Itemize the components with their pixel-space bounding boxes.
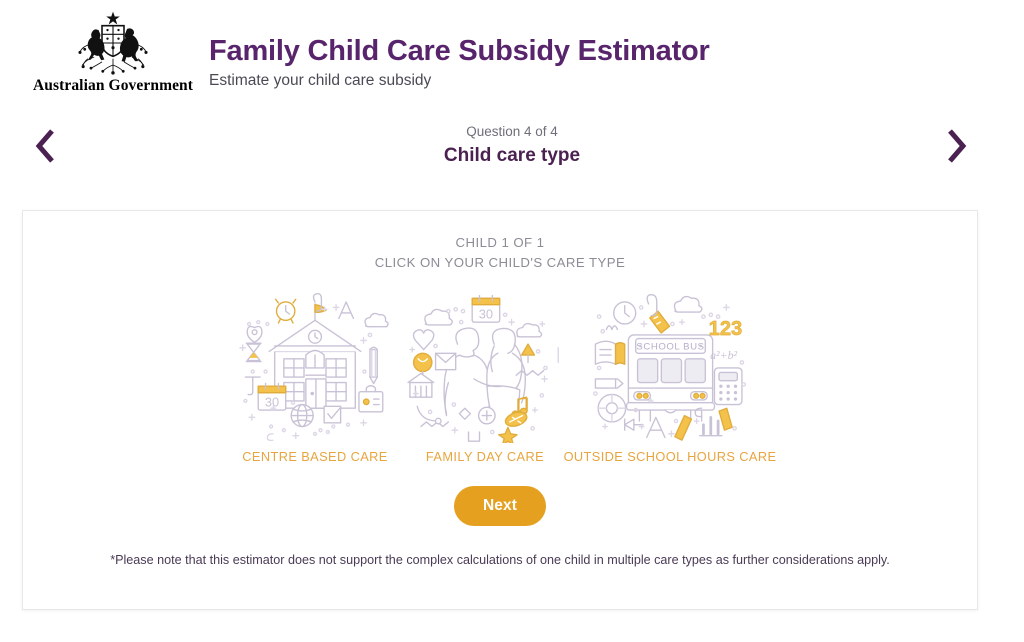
government-branding: Australian Government	[22, 8, 204, 95]
chevron-left-icon	[35, 129, 55, 163]
chevron-right-icon	[947, 129, 967, 163]
care-option-outside-school-hours[interactable]: SCHOOL BUS	[570, 291, 770, 464]
care-type-card: CHILD 1 OF 1 CLICK ON YOUR CHILD'S CARE …	[22, 210, 978, 610]
care-option-family-day[interactable]: 30	[400, 291, 570, 464]
question-heading: Question 4 of 4 Child care type	[444, 124, 580, 168]
card-header: CHILD 1 OF 1 CLICK ON YOUR CHILD'S CARE …	[23, 211, 977, 273]
next-button-wrapper: Next	[23, 486, 977, 526]
family-couple-doodle-illustration: 30	[402, 291, 568, 443]
previous-question-button[interactable]	[22, 123, 68, 169]
australian-coat-of-arms-icon	[65, 10, 161, 76]
svg-text:SCHOOL BUS: SCHOOL BUS	[636, 342, 704, 353]
school-bus-doodle-illustration: SCHOOL BUS	[583, 291, 758, 443]
child-counter: CHILD 1 OF 1	[23, 233, 977, 253]
care-option-label: CENTRE BASED CARE	[242, 449, 387, 464]
svg-text:a²+b²: a²+b²	[710, 348, 737, 362]
svg-text:30: 30	[479, 307, 493, 322]
page-title: Family Child Care Subsidy Estimator	[209, 35, 710, 67]
app-title-block: Family Child Care Subsidy Estimator Esti…	[204, 8, 710, 91]
page-root: Australian Government Family Child Care …	[0, 0, 1024, 642]
card-instruction: CLICK ON YOUR CHILD'S CARE TYPE	[23, 253, 977, 273]
government-wordmark: Australian Government	[33, 77, 193, 95]
page-subtitle: Estimate your child care subsidy	[209, 72, 710, 91]
svg-text:30: 30	[265, 394, 279, 409]
next-button[interactable]: Next	[454, 486, 546, 526]
care-option-label: OUTSIDE SCHOOL HOURS CARE	[564, 449, 777, 464]
next-question-button[interactable]	[934, 123, 980, 169]
care-option-label: FAMILY DAY CARE	[426, 449, 544, 464]
svg-text:123: 123	[708, 318, 742, 340]
page-header: Australian Government Family Child Care …	[0, 0, 1024, 112]
question-counter: Question 4 of 4	[444, 124, 580, 141]
question-navigation: Question 4 of 4 Child care type	[0, 112, 1024, 180]
question-title: Child care type	[444, 144, 580, 168]
card-footnote: *Please note that this estimator does no…	[23, 552, 977, 570]
school-building-doodle-illustration: 30	[232, 291, 398, 443]
care-option-centre-based[interactable]: 30	[230, 291, 400, 464]
care-type-options: 30	[23, 291, 977, 464]
